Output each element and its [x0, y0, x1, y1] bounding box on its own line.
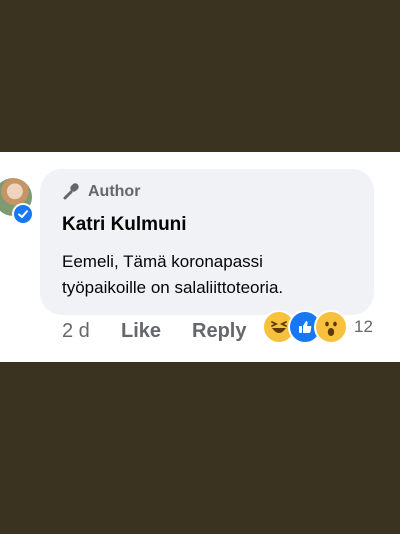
- wow-icon: [314, 310, 348, 344]
- comment-card: Author Katri Kulmuni Eemeli, Tämä korona…: [0, 152, 400, 362]
- comment-text-line: työpaikoille on salaliittoteoria.: [62, 278, 284, 297]
- reactions-summary[interactable]: 12: [262, 310, 373, 344]
- reaction-count: 12: [354, 317, 373, 336]
- comment-bubble: Author Katri Kulmuni Eemeli, Tämä korona…: [40, 169, 374, 315]
- author-badge: Author: [62, 182, 140, 202]
- microphone-icon: [63, 183, 79, 200]
- commenter-name[interactable]: Katri Kulmuni: [62, 214, 187, 236]
- reply-button[interactable]: Reply: [192, 320, 246, 343]
- author-label: Author: [88, 183, 141, 200]
- like-button[interactable]: Like: [121, 320, 161, 343]
- timestamp-link[interactable]: 2 d: [62, 320, 90, 343]
- comment-text: Eemeli, Tämä koronapassi työpaikoille on…: [62, 249, 362, 301]
- comment-text-line: Eemeli, Tämä koronapassi: [62, 252, 263, 271]
- verified-badge: [12, 203, 34, 225]
- checkmark-icon: [14, 205, 32, 223]
